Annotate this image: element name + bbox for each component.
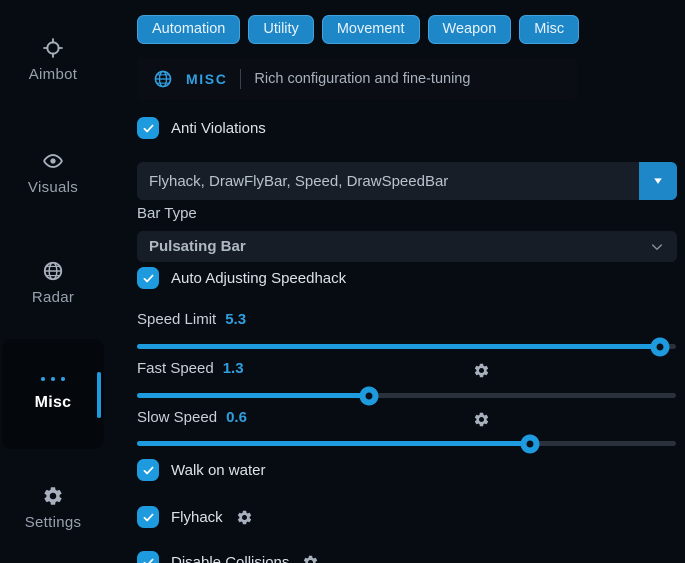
speed-limit-slider[interactable] <box>137 344 676 349</box>
bar-type-dropdown[interactable]: Pulsating Bar <box>137 231 677 262</box>
slider-label: Slow Speed <box>137 409 217 426</box>
section-subtitle: Rich configuration and fine-tuning <box>254 71 470 87</box>
bars-select-field <box>137 162 677 200</box>
tab-misc[interactable]: Misc <box>519 15 579 44</box>
sidebar-item-aimbot[interactable]: Aimbot <box>0 37 106 83</box>
slider-handle[interactable] <box>359 386 378 405</box>
section-header: MISC Rich configuration and fine-tuning <box>137 57 577 100</box>
disable-collisions-checkbox[interactable] <box>137 551 159 563</box>
bars-input[interactable] <box>137 162 677 200</box>
checkbox-label: Disable Collisions <box>171 554 289 563</box>
globe-icon <box>153 69 173 89</box>
checkbox-label: Anti Violations <box>171 120 266 137</box>
gear-icon <box>42 485 64 507</box>
eye-icon <box>42 150 64 172</box>
fast-speed-slider[interactable] <box>137 393 676 398</box>
tab-utility[interactable]: Utility <box>248 15 313 44</box>
anti-violations-checkbox[interactable] <box>137 117 159 139</box>
anti-violations-row[interactable]: Anti Violations <box>137 117 266 139</box>
tab-movement[interactable]: Movement <box>322 15 420 44</box>
flyhack-row[interactable]: Flyhack <box>137 506 253 528</box>
walk-on-water-row[interactable]: Walk on water <box>137 459 265 481</box>
slider-handle[interactable] <box>650 337 669 356</box>
slider-handle[interactable] <box>521 434 540 453</box>
checkbox-label: Walk on water <box>171 462 265 479</box>
section-title: MISC <box>186 71 227 87</box>
slider-fill <box>137 344 660 349</box>
disable-collisions-row[interactable]: Disable Collisions <box>137 551 319 563</box>
sidebar: Aimbot Visuals Radar Misc Settings <box>0 0 130 563</box>
speed-limit-header: Speed Limit 5.3 <box>137 311 246 328</box>
bar-type-label: Bar Type <box>137 205 197 222</box>
sidebar-item-label: Radar <box>32 289 74 306</box>
app-window: Aimbot Visuals Radar Misc Settings Autom… <box>0 0 685 563</box>
flyhack-gear-icon[interactable] <box>236 509 253 526</box>
disable-collisions-gear-icon[interactable] <box>302 554 319 563</box>
slider-value: 5.3 <box>225 311 246 328</box>
check-icon <box>142 122 155 135</box>
check-icon <box>142 464 155 477</box>
walk-on-water-checkbox[interactable] <box>137 459 159 481</box>
chevron-down-icon <box>649 239 665 255</box>
flyhack-checkbox[interactable] <box>137 506 159 528</box>
slider-fill <box>137 441 530 446</box>
main-panel: Automation Utility Movement Weapon Misc … <box>137 0 677 563</box>
auto-adjusting-speedhack-checkbox[interactable] <box>137 267 159 289</box>
slider-fill <box>137 393 369 398</box>
sidebar-item-radar[interactable]: Radar <box>0 260 106 306</box>
slider-label: Fast Speed <box>137 360 214 377</box>
crosshair-icon <box>42 37 64 59</box>
sidebar-item-misc[interactable]: Misc <box>2 339 104 449</box>
auto-adjusting-speedhack-row[interactable]: Auto Adjusting Speedhack <box>137 267 346 289</box>
check-icon <box>142 511 155 524</box>
check-icon <box>142 272 155 285</box>
ellipsis-icon <box>41 377 65 381</box>
sidebar-item-visuals[interactable]: Visuals <box>0 150 106 196</box>
slow-speed-slider[interactable] <box>137 441 676 446</box>
triangle-down-icon <box>651 174 665 188</box>
sidebar-item-label: Visuals <box>28 179 78 196</box>
sidebar-item-label: Settings <box>25 514 82 531</box>
fast-speed-gear-icon[interactable] <box>473 362 490 379</box>
fast-speed-header: Fast Speed 1.3 <box>137 360 244 377</box>
tab-automation[interactable]: Automation <box>137 15 240 44</box>
slow-speed-header: Slow Speed 0.6 <box>137 409 247 426</box>
check-icon <box>142 556 155 563</box>
globe-icon <box>42 260 64 282</box>
category-tabs: Automation Utility Movement Weapon Misc <box>137 15 579 44</box>
slider-label: Speed Limit <box>137 311 216 328</box>
sidebar-item-settings[interactable]: Settings <box>0 485 106 531</box>
sidebar-item-label: Misc <box>35 394 72 412</box>
checkbox-label: Flyhack <box>171 509 223 526</box>
slow-speed-gear-icon[interactable] <box>473 411 490 428</box>
active-indicator <box>97 372 101 418</box>
checkbox-label: Auto Adjusting Speedhack <box>171 270 346 287</box>
slider-value: 1.3 <box>223 360 244 377</box>
bars-dropdown-button[interactable] <box>639 162 677 200</box>
slider-value: 0.6 <box>226 409 247 426</box>
dropdown-value: Pulsating Bar <box>149 238 246 255</box>
divider <box>240 69 241 89</box>
sidebar-item-label: Aimbot <box>29 66 78 83</box>
tab-weapon[interactable]: Weapon <box>428 15 512 44</box>
